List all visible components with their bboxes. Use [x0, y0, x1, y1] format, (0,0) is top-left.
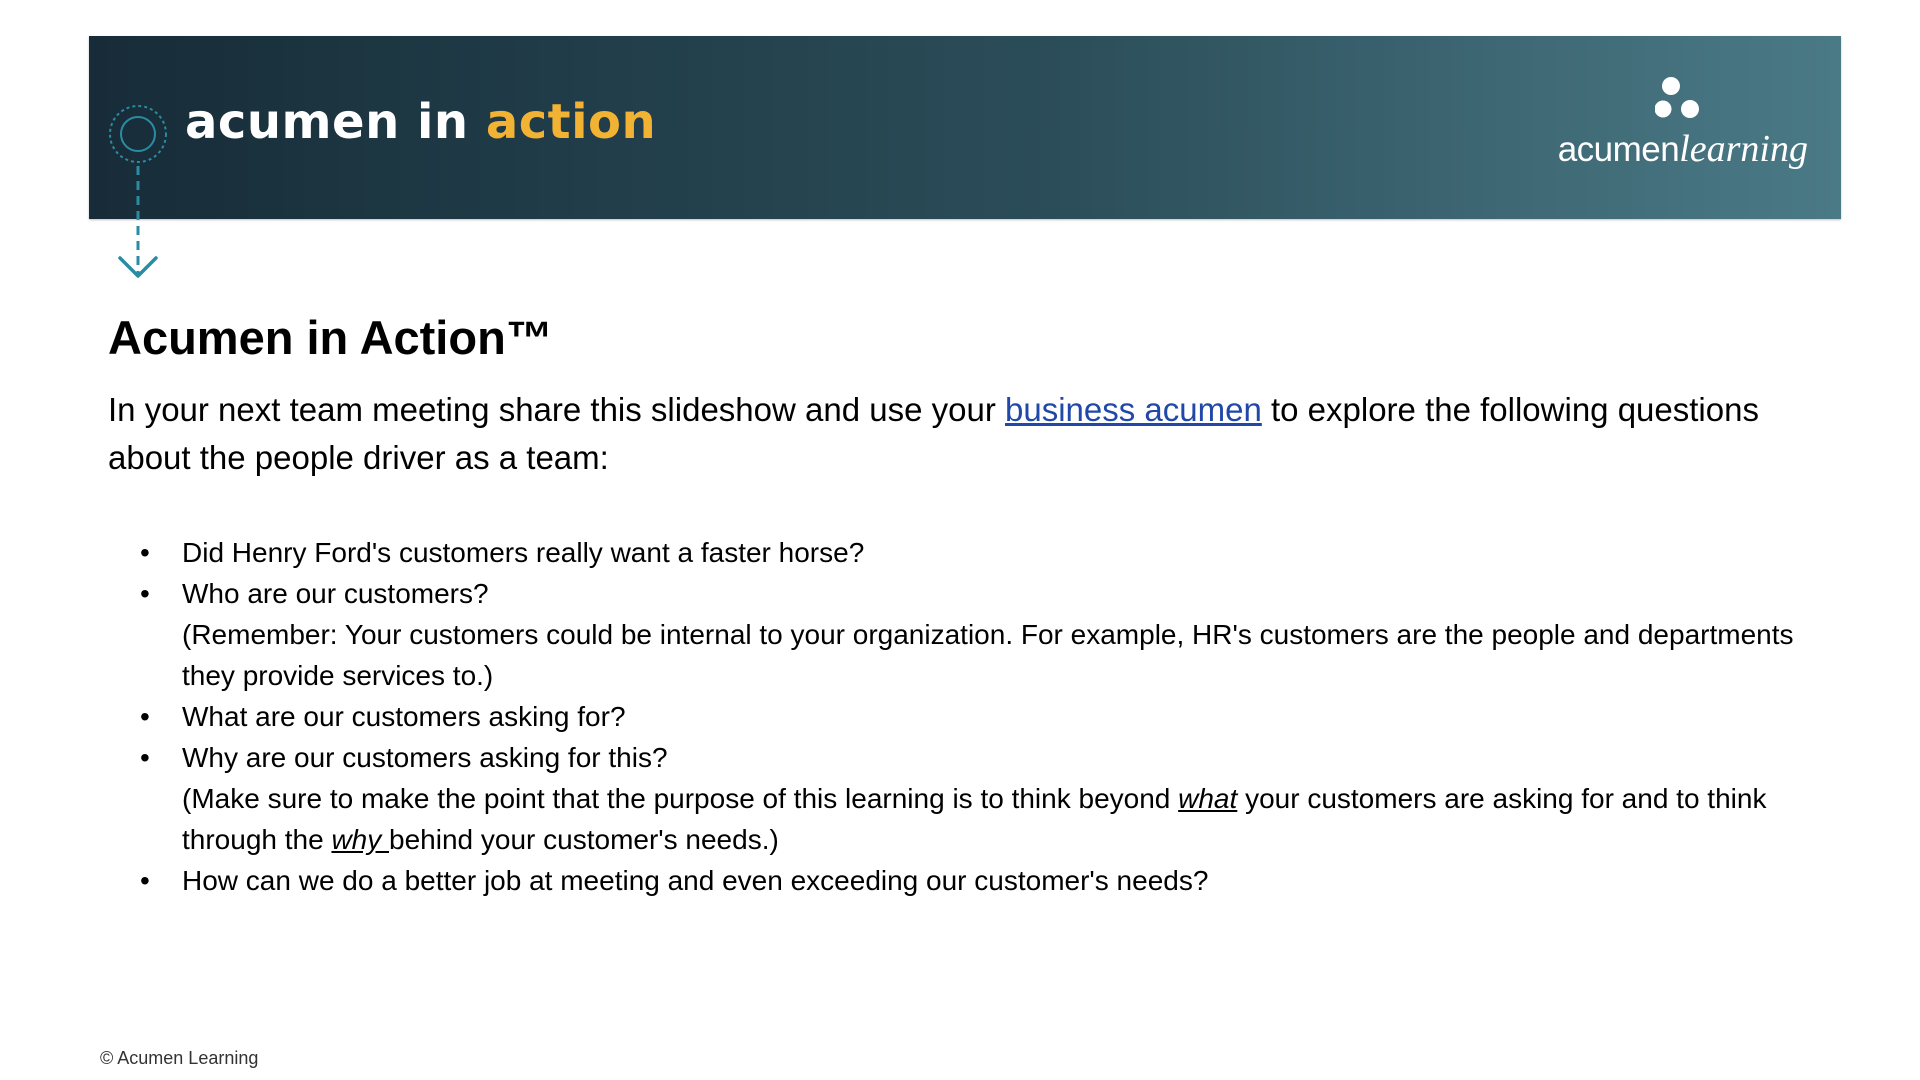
business-acumen-link[interactable]: business acumen	[1005, 391, 1262, 428]
page-heading: Acumen in Action™	[108, 311, 553, 364]
emphasis-why: why	[331, 824, 390, 855]
header-banner: acumen in action acumenlearning	[89, 36, 1841, 219]
target-icon	[109, 105, 167, 278]
list-item: How can we do a better job at meeting an…	[140, 860, 1820, 901]
banner-title-highlight: action	[485, 94, 657, 150]
question-text: How can we do a better job at meeting an…	[182, 865, 1209, 896]
list-item: Why are our customers asking for this? (M…	[140, 737, 1820, 860]
acumen-logo-mark	[1655, 77, 1699, 118]
question-note: (Remember: Your customers could be inter…	[182, 619, 1794, 691]
question-text: Why are our customers asking for this?	[182, 742, 668, 773]
acumen-learning-logo: acumenlearning	[1548, 76, 1808, 176]
banner-title: acumen in action	[185, 98, 656, 146]
banner-title-prefix: acumen in	[185, 94, 486, 150]
note-text: behind your customer's needs.)	[389, 824, 779, 855]
logo-text-script: learning	[1679, 128, 1808, 170]
discussion-questions-list: Did Henry Ford's customers really want a…	[140, 532, 1820, 901]
question-text: Did Henry Ford's customers really want a…	[182, 537, 865, 568]
question-note: (Make sure to make the point that the pu…	[182, 778, 1820, 860]
question-text: What are our customers asking for?	[182, 701, 626, 732]
logo-text-plain: acumen	[1557, 130, 1680, 169]
list-item: Did Henry Ford's customers really want a…	[140, 532, 1820, 573]
logo-wordmark: acumenlearning	[1558, 130, 1808, 168]
question-text: Who are our customers?	[182, 578, 489, 609]
note-text: (Make sure to make the point that the pu…	[182, 783, 1179, 814]
list-item: What are our customers asking for?	[140, 696, 1820, 737]
emphasis-what: what	[1178, 783, 1238, 814]
intro-text-start: In your next team meeting share this sli…	[108, 391, 1005, 428]
intro-paragraph: In your next team meeting share this sli…	[108, 386, 1788, 482]
copyright-footer: © Acumen Learning	[100, 1048, 259, 1068]
list-item: Who are our customers? (Remember: Your cu…	[140, 573, 1820, 696]
